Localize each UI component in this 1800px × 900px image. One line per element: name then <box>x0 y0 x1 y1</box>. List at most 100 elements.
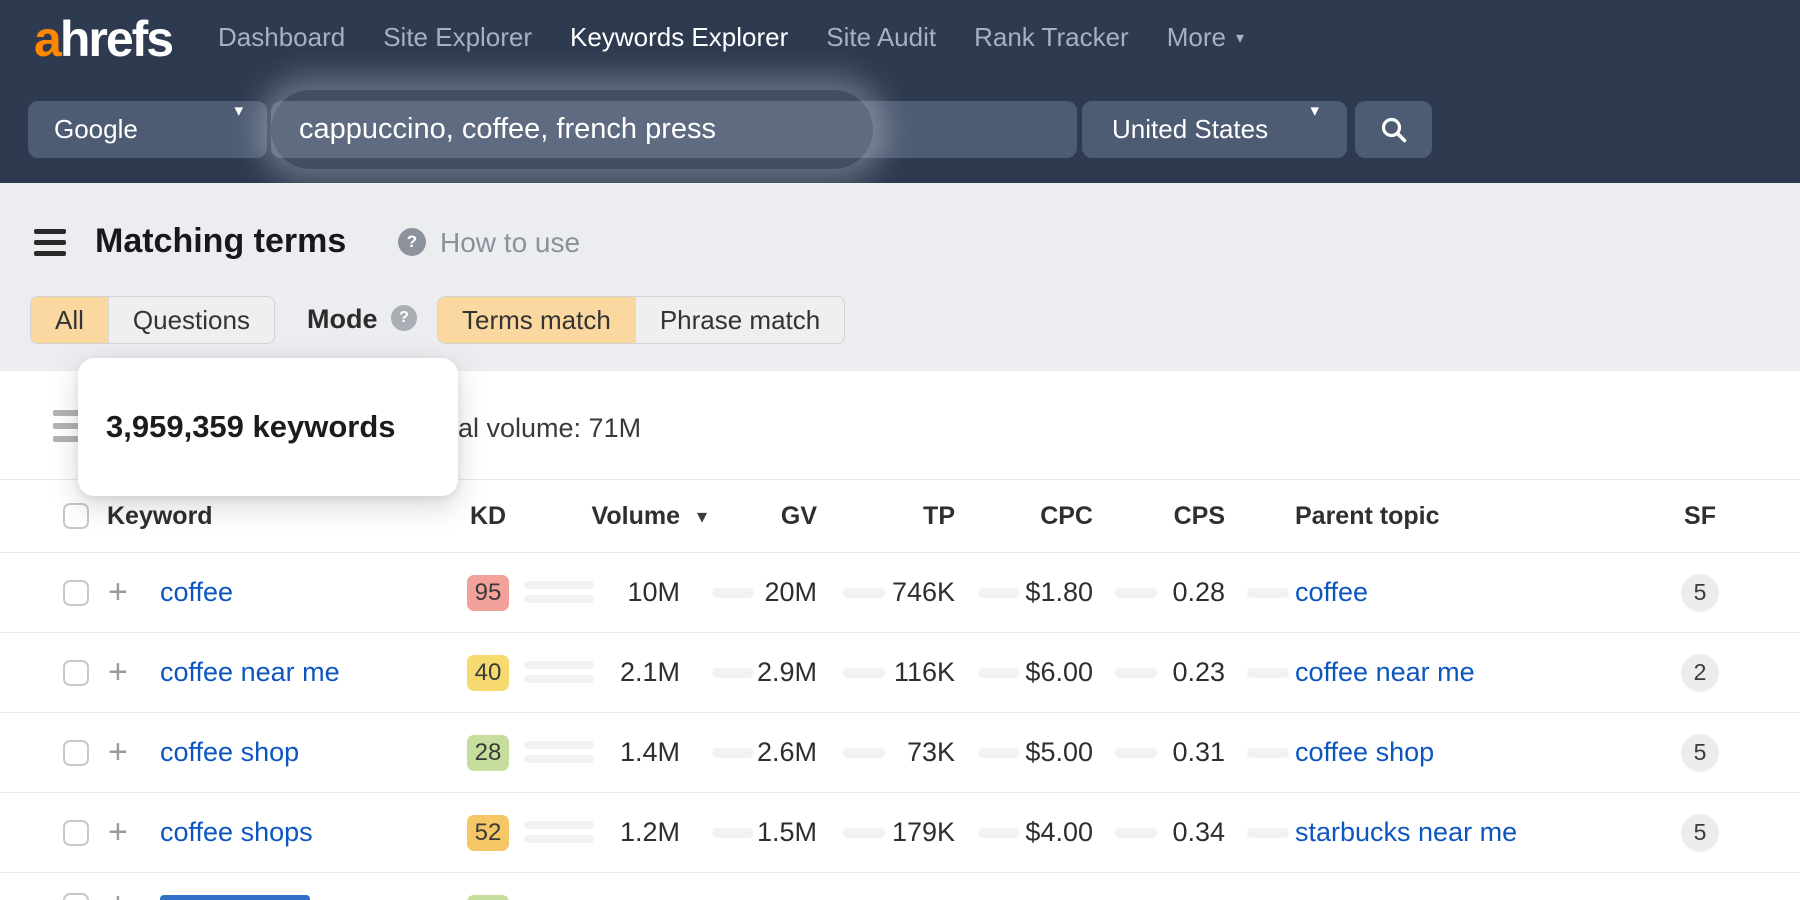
search-engine-value: Google <box>54 114 138 145</box>
placeholder-bar <box>1247 668 1289 678</box>
keyword-link[interactable]: coffee <box>160 577 233 608</box>
match-mode-tabs: Terms match Phrase match <box>437 296 845 344</box>
header-parent-topic[interactable]: Parent topic <box>1295 480 1439 552</box>
add-keyword-button[interactable]: + <box>108 886 128 900</box>
chevron-down-icon: ▾ <box>234 102 243 119</box>
help-icon[interactable]: ? <box>398 228 426 256</box>
nav-dashboard[interactable]: Dashboard <box>218 22 345 53</box>
kd-badge: 95 <box>467 575 509 611</box>
country-select[interactable]: United States ▾ <box>1082 101 1347 158</box>
parent-topic-link[interactable]: starbucks near me <box>1295 817 1517 848</box>
table-row: + coffee 95 10M 20M 746K $1.80 0.28 coff… <box>0 553 1800 633</box>
placeholder-bar <box>1247 588 1289 598</box>
sf-badge: 5 <box>1681 814 1719 852</box>
search-button[interactable] <box>1355 101 1432 158</box>
total-volume-text: al volume: 71M <box>458 413 641 444</box>
row-checkbox[interactable] <box>63 893 89 900</box>
header-kd[interactable]: KD <box>448 480 528 552</box>
table-row: + coffee shop 28 1.4M 2.6M 73K $5.00 0.3… <box>0 713 1800 793</box>
mode-help-icon[interactable]: ? <box>391 305 417 331</box>
tab-terms-match[interactable]: Terms match <box>438 297 635 343</box>
row-checkbox[interactable] <box>63 713 89 792</box>
parent-topic-link[interactable]: coffee near me <box>1295 657 1475 688</box>
keywords-count: 3,959,359 keywords <box>106 409 396 445</box>
cpc-value: $4.00 <box>968 793 1093 872</box>
tp-value: 116K <box>830 633 955 712</box>
search-engine-select[interactable]: Google ▾ <box>28 101 267 158</box>
search-icon <box>1378 114 1410 146</box>
row-checkbox[interactable] <box>63 553 89 632</box>
volume-value: 1.4M <box>530 713 680 792</box>
cps-value: 0.34 <box>1100 793 1225 872</box>
gv-value: 1.5M <box>695 793 817 872</box>
cps-value: 0.31 <box>1100 713 1225 792</box>
header-tp[interactable]: TP <box>830 480 955 552</box>
volume-value: 2.1M <box>530 633 680 712</box>
cps-value: 0.23 <box>1100 633 1225 712</box>
cpc-value: $1.80 <box>968 553 1093 632</box>
row-checkbox[interactable] <box>63 793 89 872</box>
nav-site-audit[interactable]: Site Audit <box>826 22 936 53</box>
nav-keywords-explorer[interactable]: Keywords Explorer <box>570 22 788 53</box>
parent-topic-link[interactable]: coffee <box>1295 577 1368 608</box>
keywords-input-value: cappuccino, coffee, french press <box>299 101 716 158</box>
cpc-value: $6.00 <box>968 633 1093 712</box>
sf-badge: 5 <box>1681 574 1719 612</box>
mode-label: Mode <box>307 304 378 335</box>
add-keyword-button[interactable]: + <box>108 633 128 712</box>
tp-value: 746K <box>830 553 955 632</box>
tab-all[interactable]: All <box>31 297 108 343</box>
add-keyword-button[interactable]: + <box>108 713 128 792</box>
parent-topic-link[interactable]: coffee shop <box>1295 737 1434 768</box>
keyword-link[interactable]: coffee shop <box>160 737 299 768</box>
keyword-link[interactable] <box>160 895 310 900</box>
nav-site-explorer[interactable]: Site Explorer <box>383 22 532 53</box>
gv-value: 20M <box>695 553 817 632</box>
main-nav: Dashboard Site Explorer Keywords Explore… <box>218 0 1244 74</box>
keyword-link[interactable]: coffee near me <box>160 657 340 688</box>
header-volume[interactable]: Volume▾ <box>530 480 680 552</box>
table-row: + coffee near me 40 2.1M 2.9M 116K $6.00… <box>0 633 1800 713</box>
add-keyword-button[interactable]: + <box>108 553 128 632</box>
country-value: United States <box>1112 114 1268 145</box>
report-menu-button[interactable] <box>34 229 66 256</box>
sf-badge: 5 <box>1681 734 1719 772</box>
row-checkbox[interactable] <box>63 633 89 712</box>
volume-value: 1.2M <box>530 793 680 872</box>
chevron-down-icon: ▾ <box>1310 102 1319 119</box>
sf-badge: 2 <box>1681 654 1719 692</box>
tab-phrase-match[interactable]: Phrase match <box>635 297 844 343</box>
header-sf[interactable]: SF <box>1662 480 1738 552</box>
header-gv[interactable]: GV <box>695 480 817 552</box>
header-cps[interactable]: CPS <box>1100 480 1225 552</box>
kd-badge: 28 <box>467 735 509 771</box>
table-row-partial: + <box>0 874 1800 900</box>
keyword-type-tabs: All Questions <box>30 296 275 344</box>
tp-value: 179K <box>830 793 955 872</box>
keyword-link[interactable]: coffee shops <box>160 817 313 848</box>
placeholder-bar <box>1247 828 1289 838</box>
cpc-value: $5.00 <box>968 713 1093 792</box>
table-row: + coffee shops 52 1.2M 1.5M 179K $4.00 0… <box>0 793 1800 873</box>
kd-badge <box>467 895 509 900</box>
keywords-count-tooltip: 3,959,359 keywords <box>78 358 458 496</box>
kd-badge: 52 <box>467 815 509 851</box>
header-cpc[interactable]: CPC <box>968 480 1093 552</box>
chevron-down-icon: ▾ <box>1236 31 1244 47</box>
keywords-explorer-page: ahrefs Dashboard Site Explorer Keywords … <box>0 0 1800 900</box>
volume-value: 10M <box>530 553 680 632</box>
gv-value: 2.6M <box>695 713 817 792</box>
add-keyword-button[interactable]: + <box>108 793 128 872</box>
nav-more[interactable]: More▾ <box>1167 22 1244 53</box>
logo-rest: hrefs <box>60 11 172 67</box>
nav-rank-tracker[interactable]: Rank Tracker <box>974 22 1129 53</box>
cps-value: 0.28 <box>1100 553 1225 632</box>
keywords-input[interactable]: cappuccino, coffee, french press <box>271 101 1077 158</box>
how-to-use-link[interactable]: How to use <box>440 227 580 259</box>
kd-badge: 40 <box>467 655 509 691</box>
ahrefs-logo[interactable]: ahrefs <box>34 10 172 68</box>
tab-questions[interactable]: Questions <box>108 297 274 343</box>
top-navbar: ahrefs Dashboard Site Explorer Keywords … <box>0 0 1800 183</box>
tp-value: 73K <box>830 713 955 792</box>
page-title: Matching terms <box>95 222 346 261</box>
